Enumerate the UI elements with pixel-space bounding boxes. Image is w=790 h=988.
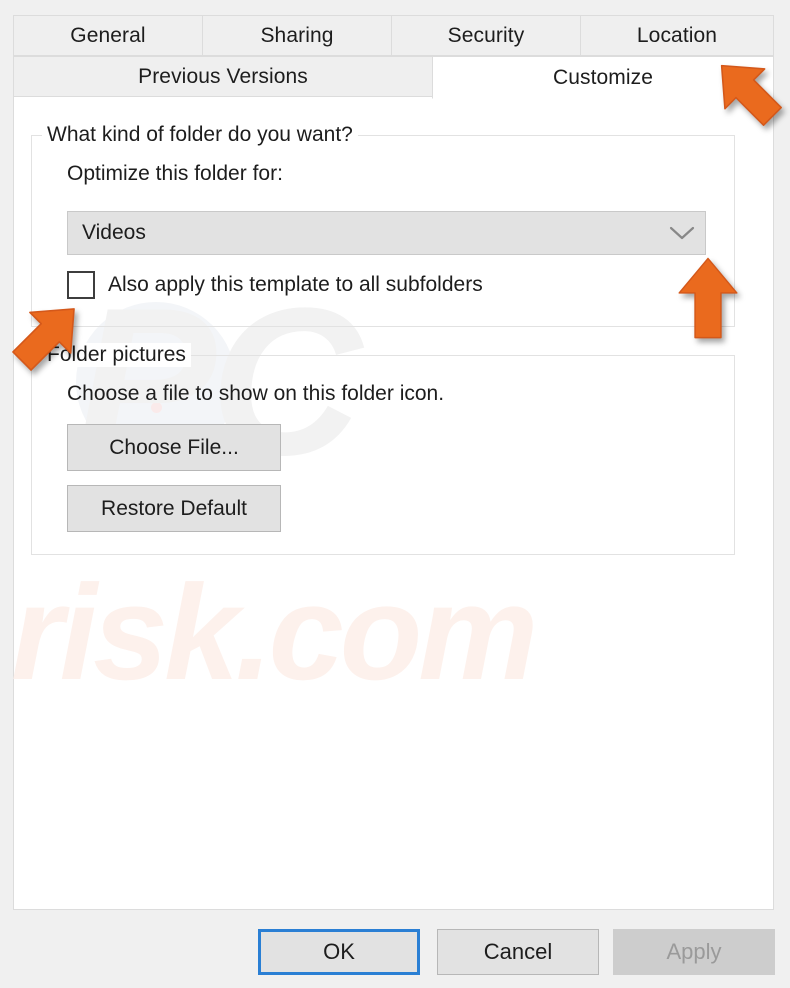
group-folder-kind-title: What kind of folder do you want? bbox=[42, 123, 358, 147]
tab-location-label: Location bbox=[636, 23, 718, 47]
group-folder-kind: What kind of folder do you want? Optimiz… bbox=[31, 123, 735, 327]
tab-strip: General Sharing Security Location Previo… bbox=[13, 15, 774, 99]
tab-security[interactable]: Security bbox=[391, 15, 581, 56]
tab-location[interactable]: Location bbox=[580, 15, 774, 56]
tab-content-panel: PC risk.com What kind of folder do you w… bbox=[11, 96, 774, 910]
dialog-footer: OK Cancel Apply bbox=[0, 912, 790, 988]
group-folder-pictures-title: Folder pictures bbox=[42, 343, 191, 367]
apply-template-subfolders-label: Also apply this template to all subfolde… bbox=[108, 273, 483, 296]
cancel-button-label: Cancel bbox=[483, 939, 553, 964]
apply-button: Apply bbox=[613, 929, 775, 975]
restore-default-button[interactable]: Restore Default bbox=[67, 485, 281, 532]
tab-previous-versions-label: Previous Versions bbox=[138, 64, 308, 88]
restore-default-button-label: Restore Default bbox=[101, 496, 247, 520]
choose-file-button-label: Choose File... bbox=[109, 435, 239, 459]
tab-previous-versions[interactable]: Previous Versions bbox=[13, 56, 433, 97]
tab-customize[interactable]: Customize bbox=[432, 56, 774, 99]
tab-row-1: General Sharing Security Location bbox=[13, 15, 774, 56]
tab-customize-label: Customize bbox=[552, 65, 654, 89]
ok-button[interactable]: OK bbox=[258, 929, 420, 975]
properties-dialog: General Sharing Security Location Previo… bbox=[0, 0, 790, 988]
optimize-folder-label: Optimize this folder for: bbox=[67, 162, 283, 185]
cancel-button[interactable]: Cancel bbox=[437, 929, 599, 975]
group-folder-pictures: Folder pictures Choose a file to show on… bbox=[31, 343, 735, 555]
tab-security-label: Security bbox=[447, 23, 525, 47]
watermark-domain-text: risk.com bbox=[11, 557, 538, 708]
choose-file-button[interactable]: Choose File... bbox=[67, 424, 281, 471]
chevron-down-icon bbox=[659, 212, 705, 254]
tab-general-label: General bbox=[70, 23, 146, 47]
optimize-folder-combobox-value: Videos bbox=[82, 221, 146, 244]
tab-sharing[interactable]: Sharing bbox=[202, 15, 392, 56]
tab-sharing-label: Sharing bbox=[260, 23, 334, 47]
folder-pictures-description: Choose a file to show on this folder ico… bbox=[67, 382, 445, 405]
tab-general[interactable]: General bbox=[13, 15, 203, 56]
apply-template-subfolders-checkbox-row[interactable]: Also apply this template to all subfolde… bbox=[67, 271, 483, 299]
apply-button-label: Apply bbox=[666, 939, 722, 964]
ok-button-label: OK bbox=[323, 939, 355, 964]
tab-row-2: Previous Versions Customize bbox=[13, 56, 774, 99]
apply-template-subfolders-checkbox[interactable] bbox=[67, 271, 95, 299]
optimize-folder-combobox[interactable]: Videos bbox=[67, 211, 706, 255]
